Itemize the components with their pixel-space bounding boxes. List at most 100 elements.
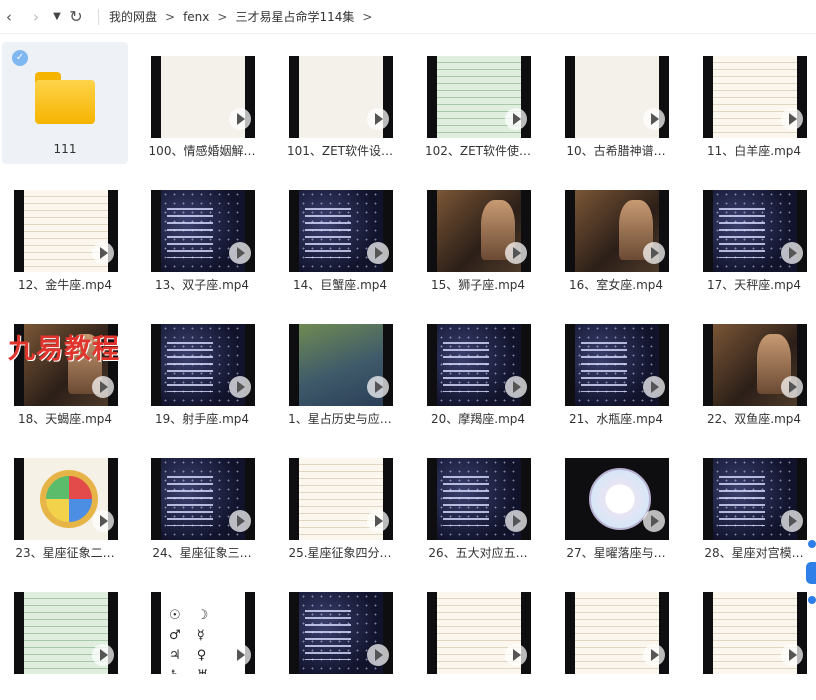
play-icon[interactable]	[505, 108, 527, 130]
play-icon[interactable]	[367, 510, 389, 532]
play-icon[interactable]	[92, 376, 114, 398]
check-icon[interactable]: ✓	[12, 50, 28, 66]
folder-name: 111	[53, 142, 77, 156]
watermark: 九易教程	[8, 334, 120, 365]
toolbar: ‹ › ▼ ↻ 我的网盘 > fenx > 三才易星占命学114集 >	[0, 0, 816, 34]
file-name: 26、五大对应五…	[428, 546, 528, 560]
play-icon[interactable]	[643, 510, 665, 532]
divider	[98, 8, 99, 25]
file-tile[interactable]: 16、室女座.mp4	[553, 176, 679, 298]
play-icon[interactable]	[92, 242, 114, 264]
file-tile[interactable]: 102、ZET软件使…	[415, 42, 541, 164]
back-icon[interactable]: ‹	[0, 8, 18, 26]
play-icon[interactable]	[781, 242, 803, 264]
video-thumbnail	[289, 458, 393, 540]
play-icon[interactable]	[643, 108, 665, 130]
folder-tile[interactable]: ✓ 111	[2, 42, 128, 164]
file-tile[interactable]: 28、星座对宫模…	[691, 444, 816, 566]
video-thumbnail	[427, 592, 531, 674]
file-tile[interactable]: 11、白羊座.mp4	[691, 42, 816, 164]
file-name: 19、射手座.mp4	[154, 412, 250, 426]
file-tile[interactable]: ☉ ☽ ♂ ☿ ♃ ♀ ♄ ♅ ♆	[139, 578, 265, 700]
file-tile[interactable]: 25.星座征象四分…	[277, 444, 403, 566]
file-tile[interactable]	[691, 578, 816, 700]
file-tile[interactable]: 13、双子座.mp4	[139, 176, 265, 298]
file-tile[interactable]: 20、摩羯座.mp4	[415, 310, 541, 432]
file-tile[interactable]: 23、星座征象二…	[2, 444, 128, 566]
file-tile[interactable]	[277, 578, 403, 700]
file-name: 101、ZET软件设…	[286, 144, 394, 158]
breadcrumb: 我的网盘 > fenx > 三才易星占命学114集 >	[109, 8, 372, 25]
play-icon[interactable]	[229, 108, 251, 130]
play-icon[interactable]	[505, 510, 527, 532]
breadcrumb-item-current[interactable]: 三才易星占命学114集	[235, 8, 354, 25]
video-thumbnail	[289, 56, 393, 138]
file-tile[interactable]: 100、情感婚姻解…	[139, 42, 265, 164]
play-icon[interactable]	[229, 242, 251, 264]
video-thumbnail	[289, 324, 393, 406]
file-tile[interactable]: 19、射手座.mp4	[139, 310, 265, 432]
file-name: 12、金牛座.mp4	[17, 278, 113, 292]
file-name: 102、ZET软件使…	[424, 144, 532, 158]
file-tile[interactable]: 17、天秤座.mp4	[691, 176, 816, 298]
file-tile[interactable]: 101、ZET软件设…	[277, 42, 403, 164]
file-name: 20、摩羯座.mp4	[430, 412, 526, 426]
play-icon[interactable]	[505, 242, 527, 264]
file-tile[interactable]: 14、巨蟹座.mp4	[277, 176, 403, 298]
video-thumbnail	[565, 324, 669, 406]
file-name: 13、双子座.mp4	[154, 278, 250, 292]
play-icon[interactable]	[92, 510, 114, 532]
file-name: 24、星座征象三…	[152, 546, 252, 560]
breadcrumb-separator: >	[217, 9, 228, 24]
video-thumbnail	[703, 190, 807, 272]
file-tile[interactable]	[415, 578, 541, 700]
file-tile[interactable]: 24、星座征象三…	[139, 444, 265, 566]
play-icon[interactable]	[367, 242, 389, 264]
video-thumbnail	[151, 324, 255, 406]
refresh-icon[interactable]: ↻	[66, 7, 86, 26]
video-thumbnail	[14, 592, 118, 674]
file-name: 22、双鱼座.mp4	[706, 412, 802, 426]
file-name: 25.星座征象四分…	[288, 546, 392, 560]
file-name: 1、星占历史与应…	[288, 412, 392, 426]
file-tile[interactable]: 27、星曜落座与…	[553, 444, 679, 566]
file-tile[interactable]: 22、双鱼座.mp4	[691, 310, 816, 432]
play-icon[interactable]	[92, 644, 114, 666]
play-icon[interactable]	[643, 242, 665, 264]
file-tile[interactable]: 1、星占历史与应…	[277, 310, 403, 432]
play-icon[interactable]	[229, 376, 251, 398]
breadcrumb-item-root[interactable]: 我的网盘	[109, 8, 157, 25]
play-icon[interactable]	[367, 108, 389, 130]
file-grid: ✓ 111 100、情感婚姻解… 101、ZET软件设… 102、ZET软件使… 10…	[0, 34, 816, 687]
play-icon[interactable]	[781, 510, 803, 532]
video-thumbnail	[427, 56, 531, 138]
file-name: 17、天秤座.mp4	[706, 278, 802, 292]
breadcrumb-item-fenx[interactable]: fenx	[183, 10, 209, 24]
play-icon[interactable]	[229, 644, 251, 666]
file-tile[interactable]	[2, 578, 128, 700]
play-icon[interactable]	[781, 644, 803, 666]
chevron-down-icon[interactable]: ▼	[48, 11, 66, 22]
file-tile[interactable]: 10、古希腊神谱…	[553, 42, 679, 164]
video-thumbnail	[703, 592, 807, 674]
play-icon[interactable]	[367, 644, 389, 666]
file-name: 11、白羊座.mp4	[706, 144, 802, 158]
file-tile[interactable]	[553, 578, 679, 700]
play-icon[interactable]	[505, 644, 527, 666]
play-icon[interactable]	[781, 108, 803, 130]
play-icon[interactable]	[781, 376, 803, 398]
play-icon[interactable]	[367, 376, 389, 398]
play-icon[interactable]	[643, 644, 665, 666]
planet-symbols: ☉ ☽ ♂ ☿ ♃ ♀ ♄ ♅ ♆	[169, 608, 215, 674]
play-icon[interactable]	[505, 376, 527, 398]
play-icon[interactable]	[229, 510, 251, 532]
file-tile[interactable]: 21、水瓶座.mp4	[553, 310, 679, 432]
side-float-widget[interactable]	[806, 540, 816, 620]
nav-controls: ‹ › ▼ ↻	[0, 7, 86, 26]
file-tile[interactable]: 12、金牛座.mp4	[2, 176, 128, 298]
forward-icon[interactable]: ›	[24, 8, 48, 26]
file-name: 15、狮子座.mp4	[430, 278, 526, 292]
play-icon[interactable]	[643, 376, 665, 398]
file-tile[interactable]: 26、五大对应五…	[415, 444, 541, 566]
file-tile[interactable]: 15、狮子座.mp4	[415, 176, 541, 298]
